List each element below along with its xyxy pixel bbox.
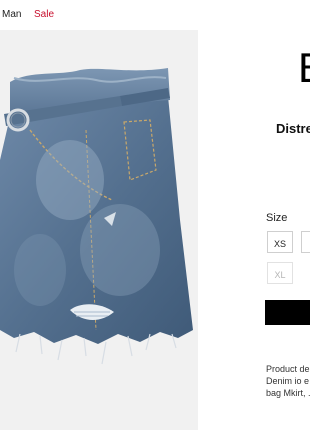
size-label: Size xyxy=(266,212,288,224)
add-to-bag-button[interactable] xyxy=(265,300,310,325)
description-line-3: bag Mkirt, . xyxy=(266,388,310,398)
size-option-xs[interactable]: XS xyxy=(267,231,293,253)
size-option-next[interactable] xyxy=(301,231,310,253)
nav-sale-link[interactable]: Sale xyxy=(34,9,54,20)
product-info-panel: B Distre Size XS XL Product de Denim io … xyxy=(198,30,310,430)
product-image xyxy=(0,30,198,430)
description-line-2: Denim io e xyxy=(266,376,310,386)
product-title: Distre xyxy=(276,121,310,136)
brand-logo: B xyxy=(298,47,310,89)
size-option-xl[interactable]: XL xyxy=(267,262,293,284)
nav-man-link[interactable]: Man xyxy=(2,9,21,20)
top-navigation: Man Sale xyxy=(0,0,310,28)
description-line-1: Product de xyxy=(266,364,310,374)
denim-skirt-image xyxy=(0,68,193,365)
product-description: Product de Denim io e bag Mkirt, . xyxy=(266,363,310,399)
